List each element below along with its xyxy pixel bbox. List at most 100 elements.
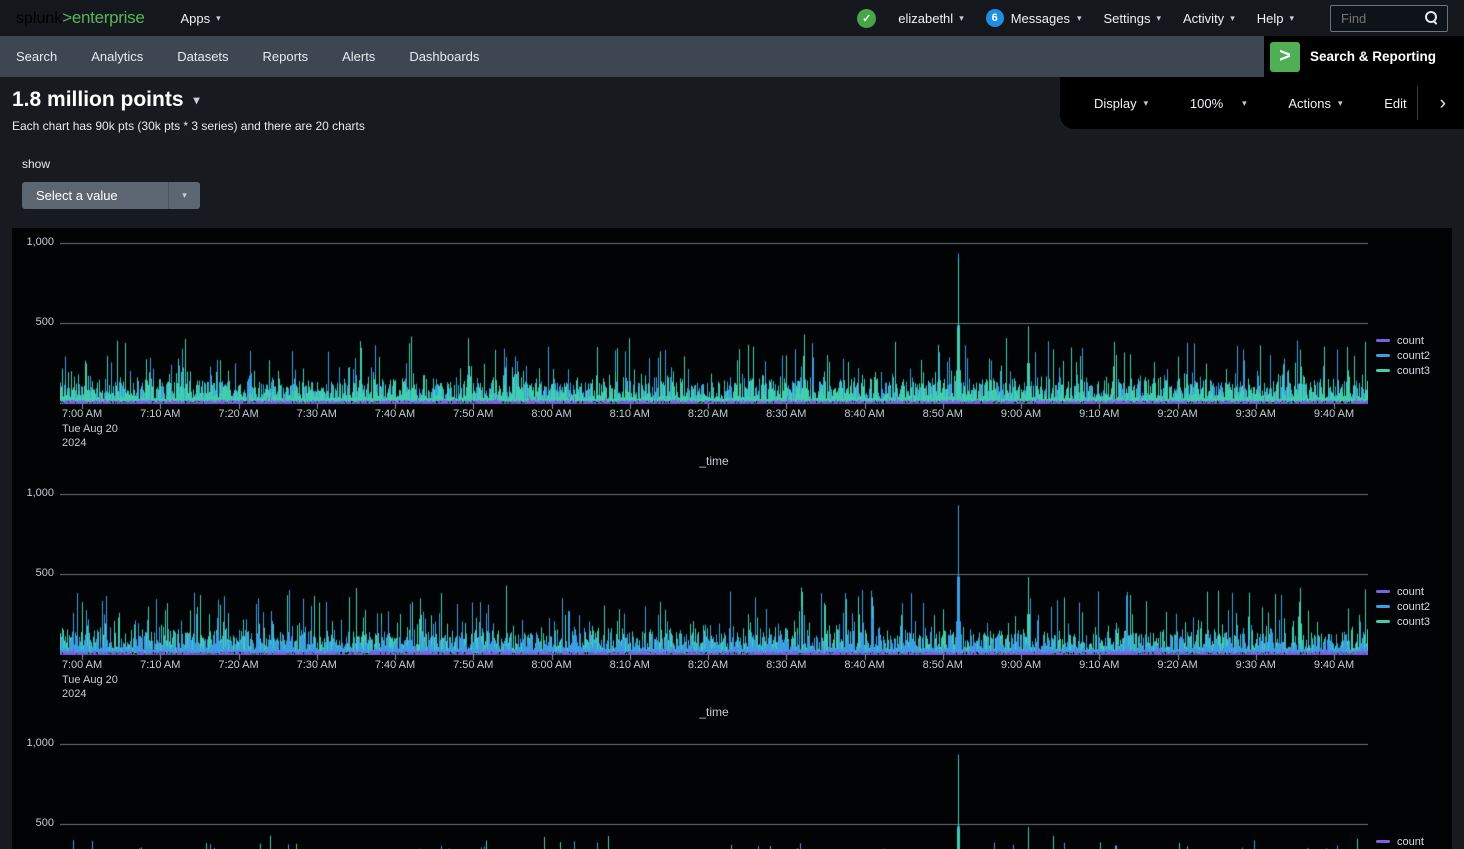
x-axis-label: 7:20 AM	[218, 659, 258, 671]
x-axis-label: 8:20 AM	[688, 408, 728, 420]
legend-item-count[interactable]: count	[1376, 333, 1430, 348]
chart-2: 5001,0007:00 AM7:10 AM7:20 AM7:30 AM7:40…	[12, 487, 1452, 727]
toolbar-divider	[1417, 86, 1418, 120]
chart-1: 5001,0007:00 AM7:10 AM7:20 AM7:30 AM7:40…	[12, 236, 1452, 476]
x-axis-label: 8:10 AM	[610, 659, 650, 671]
find-search-box[interactable]	[1330, 5, 1448, 32]
actions-menu-button[interactable]: Actions ▾	[1288, 96, 1342, 111]
y-axis-label: 1,000	[12, 737, 54, 749]
chart-canvas[interactable]	[60, 487, 1368, 661]
x-axis-title: _time	[699, 454, 728, 468]
legend-swatch	[1376, 354, 1390, 357]
chevron-right-icon[interactable]: ›	[1432, 94, 1454, 113]
filter-label: show	[22, 157, 50, 171]
legend-item-count3[interactable]: count3	[1376, 614, 1430, 629]
nav-item-dashboards[interactable]: Dashboards	[409, 49, 479, 64]
x-axis-label: 8:30 AM	[766, 408, 806, 420]
zoom-level-button[interactable]: 100% ▾	[1190, 96, 1247, 111]
filter-dropdown[interactable]: Select a value ▾	[22, 182, 200, 209]
legend-label: count	[1397, 335, 1424, 347]
filter-dropdown-value: Select a value	[22, 188, 168, 203]
y-axis-label: 500	[12, 316, 54, 328]
x-axis-label: 9:10 AM	[1079, 659, 1119, 671]
x-axis-date-label: Tue Aug 202024	[62, 422, 118, 450]
help-label: Help	[1257, 11, 1284, 26]
chart-canvas[interactable]	[60, 737, 1368, 849]
legend-swatch	[1376, 605, 1390, 608]
logo-product: >enterprise	[62, 8, 144, 28]
page-subtitle: Each chart has 90k pts (30k pts * 3 seri…	[12, 119, 365, 133]
app-nav-bar: Search Analytics Datasets Reports Alerts…	[0, 36, 1464, 77]
y-axis-label: 1,000	[12, 236, 54, 248]
x-axis-label: 7:10 AM	[140, 408, 180, 420]
user-menu[interactable]: elizabethl ▾	[898, 11, 963, 26]
chevron-down-icon: ▾	[1077, 14, 1082, 23]
x-axis-label: 8:20 AM	[688, 659, 728, 671]
legend-swatch	[1376, 590, 1390, 593]
chevron-down-icon: ▾	[1156, 14, 1161, 23]
help-menu[interactable]: Help ▾	[1257, 11, 1294, 26]
x-axis-label: 8:50 AM	[923, 659, 963, 671]
x-axis-date-label: Tue Aug 202024	[62, 673, 118, 701]
x-axis-label: 8:40 AM	[844, 659, 884, 671]
x-axis-label: 8:30 AM	[766, 659, 806, 671]
legend-swatch	[1376, 369, 1390, 372]
splunk-chevron-icon: >	[1270, 42, 1300, 72]
x-axis-label: 8:40 AM	[844, 408, 884, 420]
nav-item-analytics[interactable]: Analytics	[91, 49, 143, 64]
logo-brand: splunk	[16, 10, 62, 28]
search-icon[interactable]	[1425, 11, 1439, 25]
app-name: Search & Reporting	[1310, 49, 1436, 64]
nav-item-alerts[interactable]: Alerts	[342, 49, 375, 64]
chevron-down-icon: ▾	[1144, 99, 1149, 108]
legend-label: count3	[1397, 616, 1430, 628]
chart-legend: countcount2count3	[1376, 333, 1430, 378]
find-input[interactable]	[1341, 11, 1425, 26]
edit-button[interactable]: Edit	[1384, 96, 1406, 111]
settings-menu[interactable]: Settings ▾	[1104, 11, 1162, 26]
dashboard-title-menu[interactable]: 1.8 million points ▾	[12, 88, 365, 112]
x-axis-label: 9:00 AM	[1001, 408, 1041, 420]
zoom-value: 100%	[1190, 96, 1223, 111]
legend-item-count2[interactable]: count2	[1376, 599, 1430, 614]
x-axis-label: 7:00 AM	[62, 659, 102, 671]
x-axis-label: 7:10 AM	[140, 659, 180, 671]
title-block: 1.8 million points ▾ Each chart has 90k …	[12, 88, 365, 133]
settings-label: Settings	[1104, 11, 1151, 26]
user-name: elizabethl	[898, 11, 953, 26]
display-label: Display	[1094, 96, 1137, 111]
messages-menu[interactable]: 6 Messages ▾	[986, 9, 1082, 27]
user-status-check-icon: ✓	[857, 9, 876, 28]
nav-item-search[interactable]: Search	[16, 49, 57, 64]
chevron-down-icon: ▾	[194, 94, 200, 106]
display-menu-button[interactable]: Display ▾	[1094, 96, 1148, 111]
activity-menu[interactable]: Activity ▾	[1183, 11, 1235, 26]
y-axis-label: 1,000	[12, 487, 54, 499]
x-axis-label: 9:20 AM	[1157, 408, 1197, 420]
x-axis-label: 8:50 AM	[923, 408, 963, 420]
legend-item-count3[interactable]: count3	[1376, 363, 1430, 378]
chart-3: 5001,0007:00 AM7:10 AM7:20 AM7:30 AM7:40…	[12, 737, 1452, 849]
nav-item-reports[interactable]: Reports	[263, 49, 309, 64]
apps-menu[interactable]: Apps ▾	[180, 11, 220, 26]
x-axis-label: 7:00 AM	[62, 408, 102, 420]
legend-label: count	[1397, 586, 1424, 598]
x-axis-label: 9:30 AM	[1236, 659, 1276, 671]
edit-label: Edit	[1384, 96, 1406, 111]
splunk-logo[interactable]: splunk >enterprise	[16, 8, 144, 28]
legend-item-count[interactable]: count	[1376, 584, 1430, 599]
chevron-down-icon: ▾	[182, 191, 187, 200]
x-axis-label: 9:00 AM	[1001, 659, 1041, 671]
legend-item-count[interactable]: count	[1376, 834, 1430, 849]
current-app-section[interactable]: > Search & Reporting	[1264, 36, 1464, 77]
y-axis-label: 500	[12, 567, 54, 579]
legend-label: count2	[1397, 601, 1430, 613]
x-axis-label: 8:00 AM	[531, 659, 571, 671]
chart-canvas[interactable]	[60, 236, 1368, 410]
chart-legend: countcount2count3	[1376, 834, 1430, 849]
chevron-down-icon: ▾	[1289, 14, 1294, 23]
nav-item-datasets[interactable]: Datasets	[177, 49, 228, 64]
legend-item-count2[interactable]: count2	[1376, 348, 1430, 363]
x-axis-label: 7:50 AM	[453, 659, 493, 671]
x-axis-label: 9:20 AM	[1157, 659, 1197, 671]
